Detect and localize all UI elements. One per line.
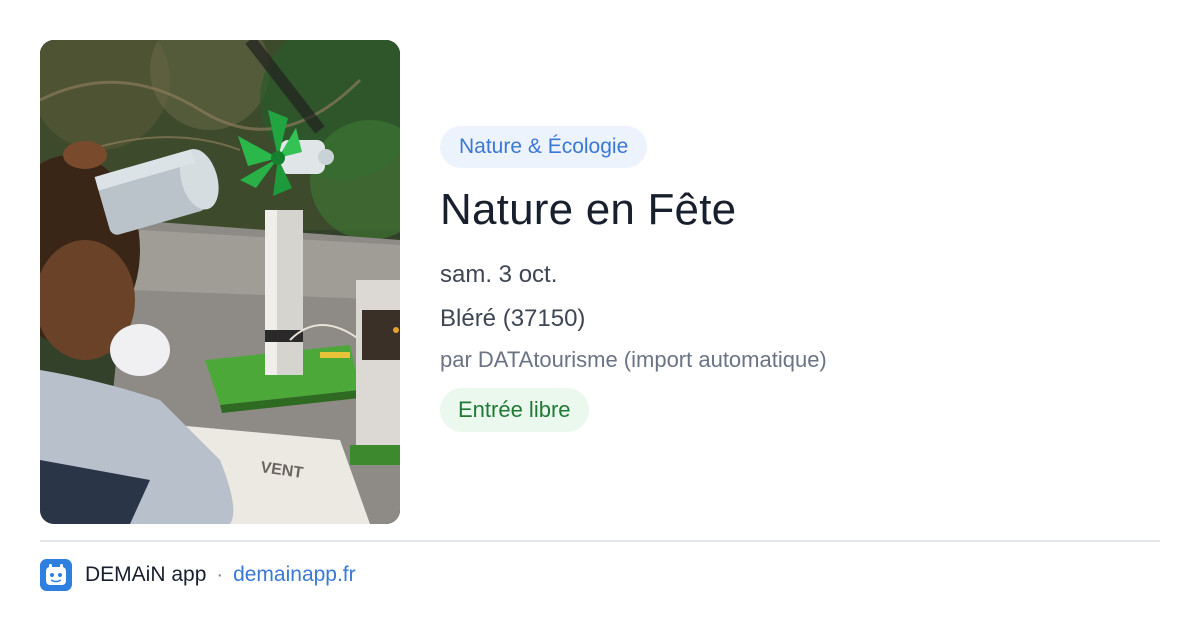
event-title: Nature en Fête (440, 185, 737, 234)
event-card[interactable]: VENT Nature & Écologie Nature en Fête sa… (0, 0, 1200, 630)
app-url-link[interactable]: demainapp.fr (233, 563, 356, 587)
event-photo: VENT (40, 40, 400, 524)
app-name: DEMAiN app (85, 563, 207, 586)
event-details: Nature & Écologie Nature en Fête sam. 3 … (440, 126, 1160, 432)
app-footer: DEMAiN app · demainapp.fr (40, 558, 356, 592)
category-badge[interactable]: Nature & Écologie (440, 126, 648, 168)
footer-divider (40, 540, 1160, 542)
event-date: sam. 3 oct. (440, 261, 558, 288)
demain-app-icon (40, 559, 72, 591)
event-organizer: par DATAtourisme (import automatique) (440, 347, 827, 372)
event-location: Bléré (37150) (440, 305, 586, 332)
price-badge: Entrée libre (440, 388, 589, 432)
footer-separator: · (216, 563, 224, 586)
